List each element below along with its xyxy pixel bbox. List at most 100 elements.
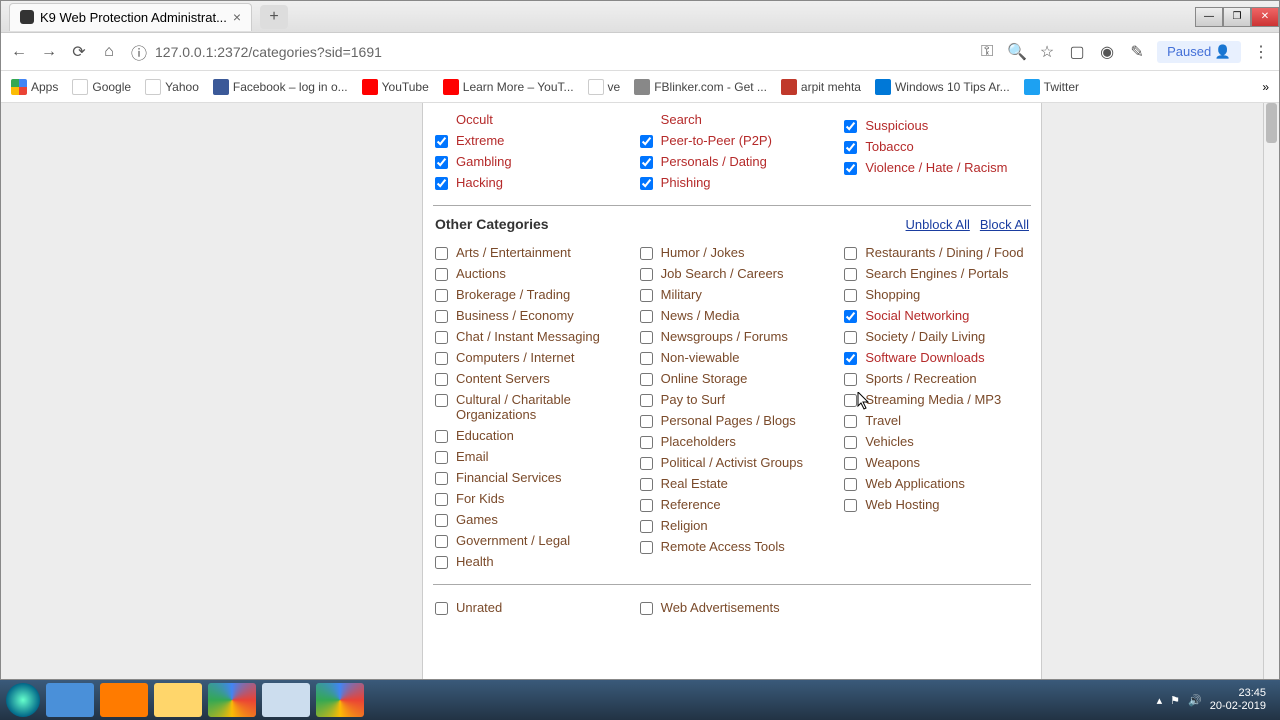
category-checkbox[interactable] bbox=[640, 541, 653, 554]
category-checkbox[interactable] bbox=[844, 478, 857, 491]
category-checkbox[interactable] bbox=[640, 310, 653, 323]
profile-paused-badge[interactable]: Paused 👤 bbox=[1157, 41, 1241, 63]
category-checkbox[interactable] bbox=[844, 162, 857, 175]
category-checkbox[interactable] bbox=[844, 373, 857, 386]
back-icon[interactable]: ← bbox=[9, 42, 29, 62]
zoom-icon[interactable]: 🔍 bbox=[1007, 42, 1027, 62]
browser-tab[interactable]: K9 Web Protection Administrat... × bbox=[9, 3, 252, 31]
menu-icon[interactable]: ⋮ bbox=[1251, 42, 1271, 62]
close-button[interactable]: ✕ bbox=[1251, 7, 1279, 27]
bookmark-item[interactable]: Yahoo bbox=[145, 79, 199, 95]
category-checkbox[interactable] bbox=[435, 289, 448, 302]
bookmark-item[interactable]: Twitter bbox=[1024, 79, 1079, 95]
category-checkbox[interactable] bbox=[435, 451, 448, 464]
category-checkbox[interactable] bbox=[844, 247, 857, 260]
category-checkbox[interactable] bbox=[435, 135, 448, 148]
category-checkbox[interactable] bbox=[435, 556, 448, 569]
category-checkbox[interactable] bbox=[435, 373, 448, 386]
category-checkbox[interactable] bbox=[640, 156, 653, 169]
category-checkbox[interactable] bbox=[435, 331, 448, 344]
category-checkbox[interactable] bbox=[435, 268, 448, 281]
category-checkbox[interactable] bbox=[844, 415, 857, 428]
vertical-scrollbar[interactable]: ▴ bbox=[1263, 103, 1279, 679]
category-checkbox[interactable] bbox=[640, 352, 653, 365]
maximize-button[interactable]: ❐ bbox=[1223, 7, 1251, 27]
taskbar[interactable]: ▴ ⚑ 🔊 23:45 20-02-2019 bbox=[0, 680, 1280, 720]
taskbar-app-firefox[interactable] bbox=[100, 683, 148, 717]
category-checkbox[interactable] bbox=[435, 394, 448, 407]
category-checkbox[interactable] bbox=[435, 535, 448, 548]
category-checkbox[interactable] bbox=[844, 436, 857, 449]
taskbar-app-editor[interactable] bbox=[262, 683, 310, 717]
category-checkbox[interactable] bbox=[640, 373, 653, 386]
category-checkbox[interactable] bbox=[640, 499, 653, 512]
bookmark-item[interactable]: FBlinker.com - Get ... bbox=[634, 79, 767, 95]
category-checkbox[interactable] bbox=[435, 472, 448, 485]
new-tab-button[interactable]: + bbox=[260, 5, 288, 29]
system-tray[interactable]: ▴ ⚑ 🔊 23:45 20-02-2019 bbox=[1157, 687, 1274, 713]
category-checkbox[interactable] bbox=[640, 331, 653, 344]
category-checkbox[interactable] bbox=[844, 289, 857, 302]
category-checkbox[interactable] bbox=[435, 177, 448, 190]
category-checkbox[interactable] bbox=[844, 141, 857, 154]
category-checkbox[interactable] bbox=[640, 247, 653, 260]
home-icon[interactable]: ⌂ bbox=[99, 42, 119, 62]
start-button[interactable] bbox=[6, 683, 40, 717]
scrollbar-thumb[interactable] bbox=[1266, 103, 1277, 143]
category-checkbox[interactable] bbox=[640, 135, 653, 148]
category-checkbox[interactable] bbox=[435, 352, 448, 365]
bookmark-item[interactable]: ve bbox=[588, 79, 621, 95]
category-checkbox[interactable] bbox=[435, 493, 448, 506]
category-checkbox[interactable] bbox=[640, 415, 653, 428]
category-checkbox[interactable] bbox=[844, 499, 857, 512]
pen-icon[interactable]: ✎ bbox=[1127, 42, 1147, 62]
taskbar-app-chrome[interactable] bbox=[208, 683, 256, 717]
taskbar-app-files[interactable] bbox=[154, 683, 202, 717]
taskbar-app-explorer[interactable] bbox=[46, 683, 94, 717]
category-checkbox[interactable] bbox=[844, 120, 857, 133]
bookmark-item[interactable]: arpit mehta bbox=[781, 79, 861, 95]
block-all-link[interactable]: Block All bbox=[980, 217, 1029, 232]
bookmarks-overflow-icon[interactable]: » bbox=[1262, 80, 1269, 94]
extension-icon[interactable]: ◉ bbox=[1097, 42, 1117, 62]
unblock-all-link[interactable]: Unblock All bbox=[906, 217, 970, 232]
category-checkbox[interactable] bbox=[640, 289, 653, 302]
key-icon[interactable]: ⚿ bbox=[977, 42, 997, 62]
category-checkbox[interactable] bbox=[640, 394, 653, 407]
bookmark-item[interactable]: Google bbox=[72, 79, 131, 95]
bookmark-item[interactable]: YouTube bbox=[362, 79, 429, 95]
forward-icon[interactable]: → bbox=[39, 42, 59, 62]
tray-volume-icon[interactable]: 🔊 bbox=[1188, 694, 1202, 707]
category-checkbox[interactable] bbox=[640, 520, 653, 533]
category-checkbox[interactable] bbox=[640, 457, 653, 470]
category-checkbox[interactable] bbox=[640, 478, 653, 491]
category-checkbox[interactable] bbox=[844, 352, 857, 365]
display-icon[interactable]: ▢ bbox=[1067, 42, 1087, 62]
bookmark-item[interactable]: Learn More – YouT... bbox=[443, 79, 574, 95]
category-checkbox[interactable] bbox=[844, 268, 857, 281]
tray-flag-icon[interactable]: ⚑ bbox=[1170, 694, 1180, 707]
bookmark-item[interactable]: Apps bbox=[11, 79, 58, 95]
bookmark-item[interactable]: Windows 10 Tips Ar... bbox=[875, 79, 1010, 95]
category-checkbox[interactable] bbox=[435, 602, 448, 615]
category-checkbox[interactable] bbox=[844, 310, 857, 323]
category-checkbox[interactable] bbox=[435, 247, 448, 260]
reload-icon[interactable]: ⟳ bbox=[69, 42, 89, 62]
address-bar[interactable]: ⓘ 127.0.0.1:2372/categories?sid=1691 bbox=[129, 42, 382, 62]
tab-close-icon[interactable]: × bbox=[233, 9, 241, 25]
category-checkbox[interactable] bbox=[435, 310, 448, 323]
category-checkbox[interactable] bbox=[640, 268, 653, 281]
category-checkbox[interactable] bbox=[435, 430, 448, 443]
category-checkbox[interactable] bbox=[844, 394, 857, 407]
category-checkbox[interactable] bbox=[844, 457, 857, 470]
site-info-icon[interactable]: ⓘ bbox=[129, 42, 149, 62]
bookmark-item[interactable]: Facebook – log in o... bbox=[213, 79, 348, 95]
tray-up-icon[interactable]: ▴ bbox=[1157, 694, 1163, 707]
category-checkbox[interactable] bbox=[844, 331, 857, 344]
taskbar-app-chrome-active[interactable] bbox=[316, 683, 364, 717]
minimize-button[interactable]: — bbox=[1195, 7, 1223, 27]
taskbar-clock[interactable]: 23:45 20-02-2019 bbox=[1210, 687, 1266, 713]
star-icon[interactable]: ☆ bbox=[1037, 42, 1057, 62]
category-checkbox[interactable] bbox=[435, 514, 448, 527]
category-checkbox[interactable] bbox=[435, 156, 448, 169]
